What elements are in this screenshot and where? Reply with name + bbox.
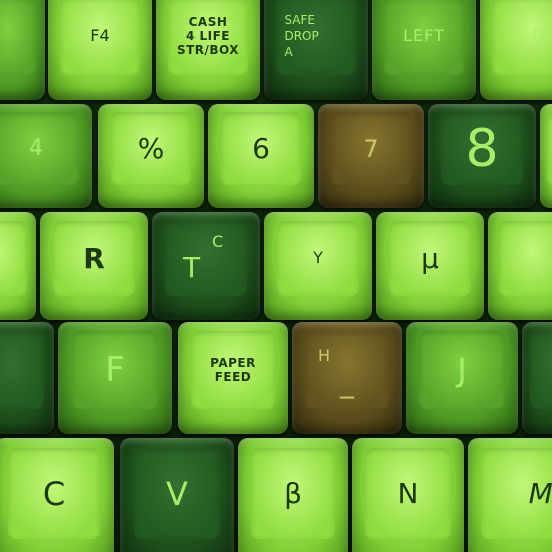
key-y-label: Y	[313, 248, 323, 268]
key-f4: F4	[48, 0, 152, 100]
key-paper-feed: PAPER FEED	[178, 322, 288, 434]
key-partial-right	[540, 104, 552, 208]
key-partial-right-r3	[488, 212, 552, 320]
key-m-label: M	[528, 477, 552, 511]
key-partial-left-r3	[0, 212, 36, 320]
key-safe-drop: SAFE DROP A	[264, 0, 368, 100]
key-left: LEFT	[372, 0, 476, 100]
key-v-label: V	[166, 474, 188, 513]
key-4-label: 4	[29, 136, 43, 162]
key-safe-line1: SAFE	[284, 13, 316, 28]
key-partial-right-r4	[522, 322, 552, 434]
key-safe-line2: DROP	[284, 29, 319, 44]
key-t-label: T	[182, 250, 201, 284]
key-dia-label: DIA	[532, 26, 552, 46]
key-7-label: 7	[363, 134, 379, 163]
key-f-label: F	[105, 350, 125, 391]
keyboard-photo: F4 CASH 4 LIFE STR/BOX SAFE DROP A LEFT …	[0, 0, 552, 552]
key-6-label: 6	[252, 132, 270, 166]
key-t: T C	[152, 212, 260, 320]
key-cash-line3: STR/BOX	[176, 43, 240, 58]
key-r: R	[40, 212, 148, 320]
key-safe-line3: A	[284, 45, 293, 60]
key-partial-left-r4	[0, 322, 54, 434]
key-v: V	[120, 438, 234, 552]
key-m: M	[468, 438, 552, 552]
key-j-label: J	[457, 351, 467, 390]
key-7: 7	[318, 104, 424, 208]
key-cash-4-life: CASH 4 LIFE STR/BOX	[156, 0, 260, 100]
key-8-label: 8	[465, 118, 499, 179]
key-underscore-label: _	[340, 365, 354, 399]
key-y: Y	[264, 212, 372, 320]
key-beta-label: β	[284, 477, 302, 511]
key-j: J	[406, 322, 518, 434]
key-h: H _	[292, 322, 402, 434]
key-dia: DIA	[480, 0, 552, 100]
key-8: 8	[428, 104, 536, 208]
key-left-label: LEFT	[403, 26, 445, 46]
key-percent-label: %	[137, 132, 165, 166]
key-mu-label: μ	[421, 241, 439, 275]
key-cash-line2: 4 LIFE	[185, 29, 231, 44]
key-cash-line1: CASH	[188, 15, 228, 30]
key-percent: %	[98, 104, 204, 208]
key-f: F	[58, 322, 172, 434]
key-paper-line2: FEED	[214, 370, 252, 385]
key-c: C	[0, 438, 114, 552]
key-t-sub: C	[212, 232, 224, 251]
key-paper-line1: PAPER	[210, 356, 256, 371]
key-r-label: R	[83, 241, 105, 275]
key-6: 6	[208, 104, 314, 208]
key-beta: β	[238, 438, 348, 552]
key-f4-label: F4	[90, 26, 110, 46]
key-c-label: C	[42, 474, 66, 513]
key-partial-left	[0, 0, 45, 100]
key-n: N	[352, 438, 464, 552]
key-mu: μ	[376, 212, 484, 320]
key-n-label: N	[397, 477, 419, 511]
key-4: 4	[0, 104, 92, 208]
